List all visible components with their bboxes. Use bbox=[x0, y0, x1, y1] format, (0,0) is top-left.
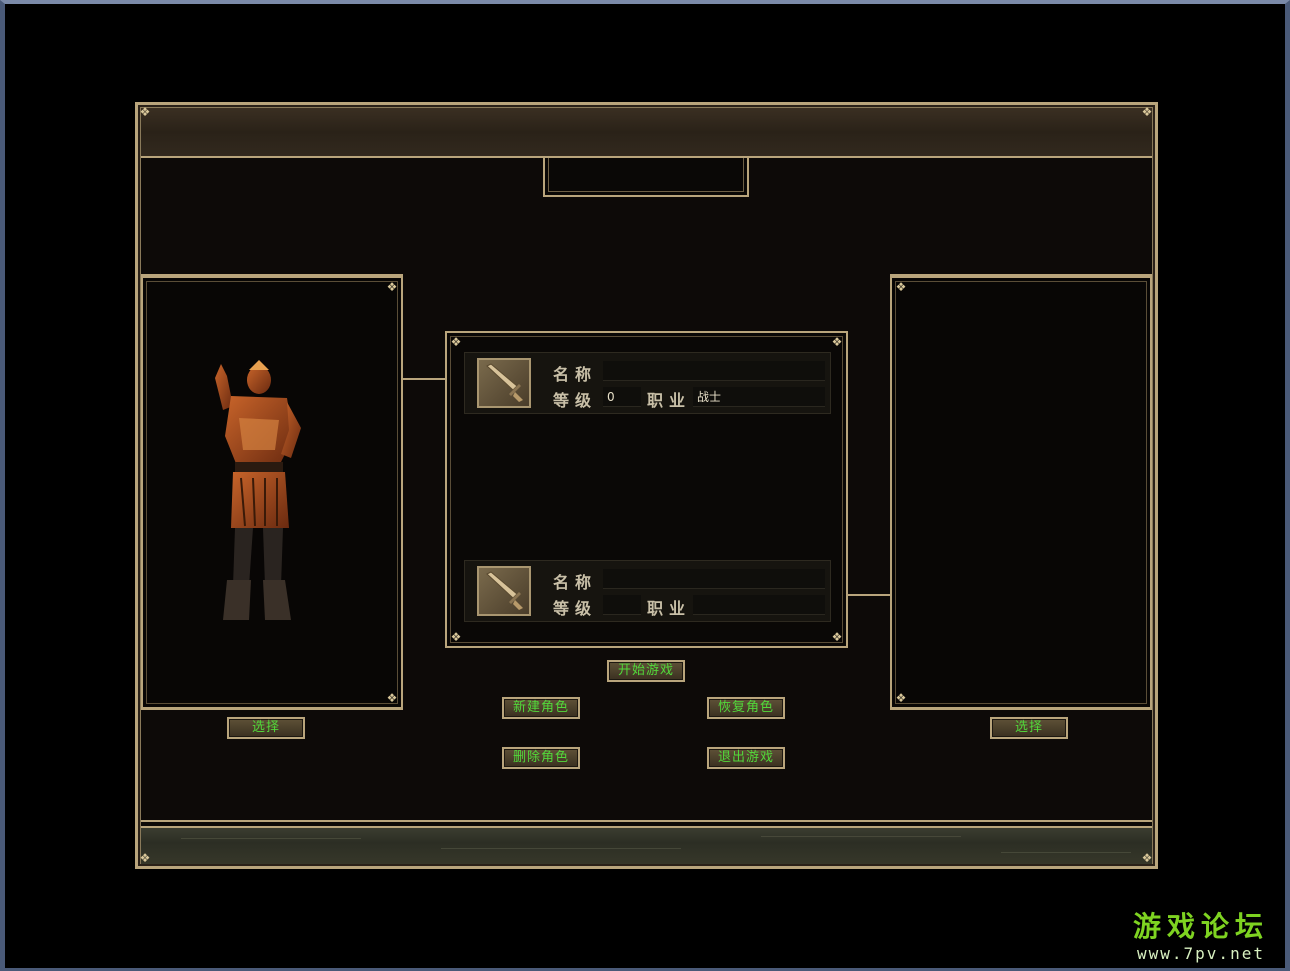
level-value bbox=[603, 595, 641, 615]
character-list-panel: ❖ ❖ ❖ ❖ 名称 等级 0 职业 战士 名称 等级 职业 bbox=[445, 331, 848, 648]
delete-character-button[interactable]: 删除角色 bbox=[502, 747, 580, 769]
exit-game-button[interactable]: 退出游戏 bbox=[707, 747, 785, 769]
class-label: 职业 bbox=[647, 599, 692, 618]
warrior-character-icon bbox=[215, 360, 301, 620]
ornament-icon: ❖ bbox=[386, 691, 398, 705]
ornament-icon: ❖ bbox=[139, 851, 151, 865]
new-character-button[interactable]: 新建角色 bbox=[502, 697, 580, 719]
connector-line bbox=[848, 594, 890, 596]
ornament-icon: ❖ bbox=[895, 280, 907, 294]
ornament-icon: ❖ bbox=[450, 335, 462, 349]
right-character-panel[interactable]: ❖ ❖ bbox=[890, 276, 1152, 709]
select-left-button[interactable]: 选择 bbox=[227, 717, 305, 739]
title-box bbox=[543, 158, 749, 197]
ornament-icon: ❖ bbox=[831, 630, 843, 644]
ornament-icon: ❖ bbox=[1141, 105, 1153, 119]
watermark-site-url: www.7pv.net bbox=[1137, 944, 1265, 963]
class-value bbox=[693, 595, 825, 615]
rail-line bbox=[141, 820, 1152, 822]
level-label: 等级 bbox=[553, 391, 598, 410]
ornament-icon: ❖ bbox=[831, 335, 843, 349]
bottom-band bbox=[141, 826, 1152, 864]
ornament-icon: ❖ bbox=[1141, 851, 1153, 865]
name-label: 名称 bbox=[553, 365, 598, 384]
class-value: 战士 bbox=[693, 387, 825, 407]
restore-character-button[interactable]: 恢复角色 bbox=[707, 697, 785, 719]
name-value bbox=[603, 361, 825, 381]
name-value bbox=[603, 569, 825, 589]
ornament-icon: ❖ bbox=[450, 630, 462, 644]
ornament-icon: ❖ bbox=[386, 280, 398, 294]
level-label: 等级 bbox=[553, 599, 598, 618]
class-label: 职业 bbox=[647, 391, 692, 410]
left-character-panel[interactable]: ❖ ❖ bbox=[141, 276, 403, 709]
character-slot-1[interactable]: 名称 等级 0 职业 战士 bbox=[464, 352, 831, 414]
select-right-button[interactable]: 选择 bbox=[990, 717, 1068, 739]
name-label: 名称 bbox=[553, 573, 598, 592]
character-slot-2[interactable]: 名称 等级 职业 bbox=[464, 560, 831, 622]
start-game-button[interactable]: 开始游戏 bbox=[607, 660, 685, 682]
ornament-icon: ❖ bbox=[895, 691, 907, 705]
sword-icon bbox=[477, 358, 531, 408]
connector-line bbox=[403, 378, 445, 380]
top-band bbox=[141, 108, 1152, 158]
watermark-site-name: 游戏论坛 bbox=[1133, 910, 1270, 943]
level-value: 0 bbox=[603, 387, 641, 407]
ornament-icon: ❖ bbox=[139, 105, 151, 119]
sword-icon bbox=[477, 566, 531, 616]
